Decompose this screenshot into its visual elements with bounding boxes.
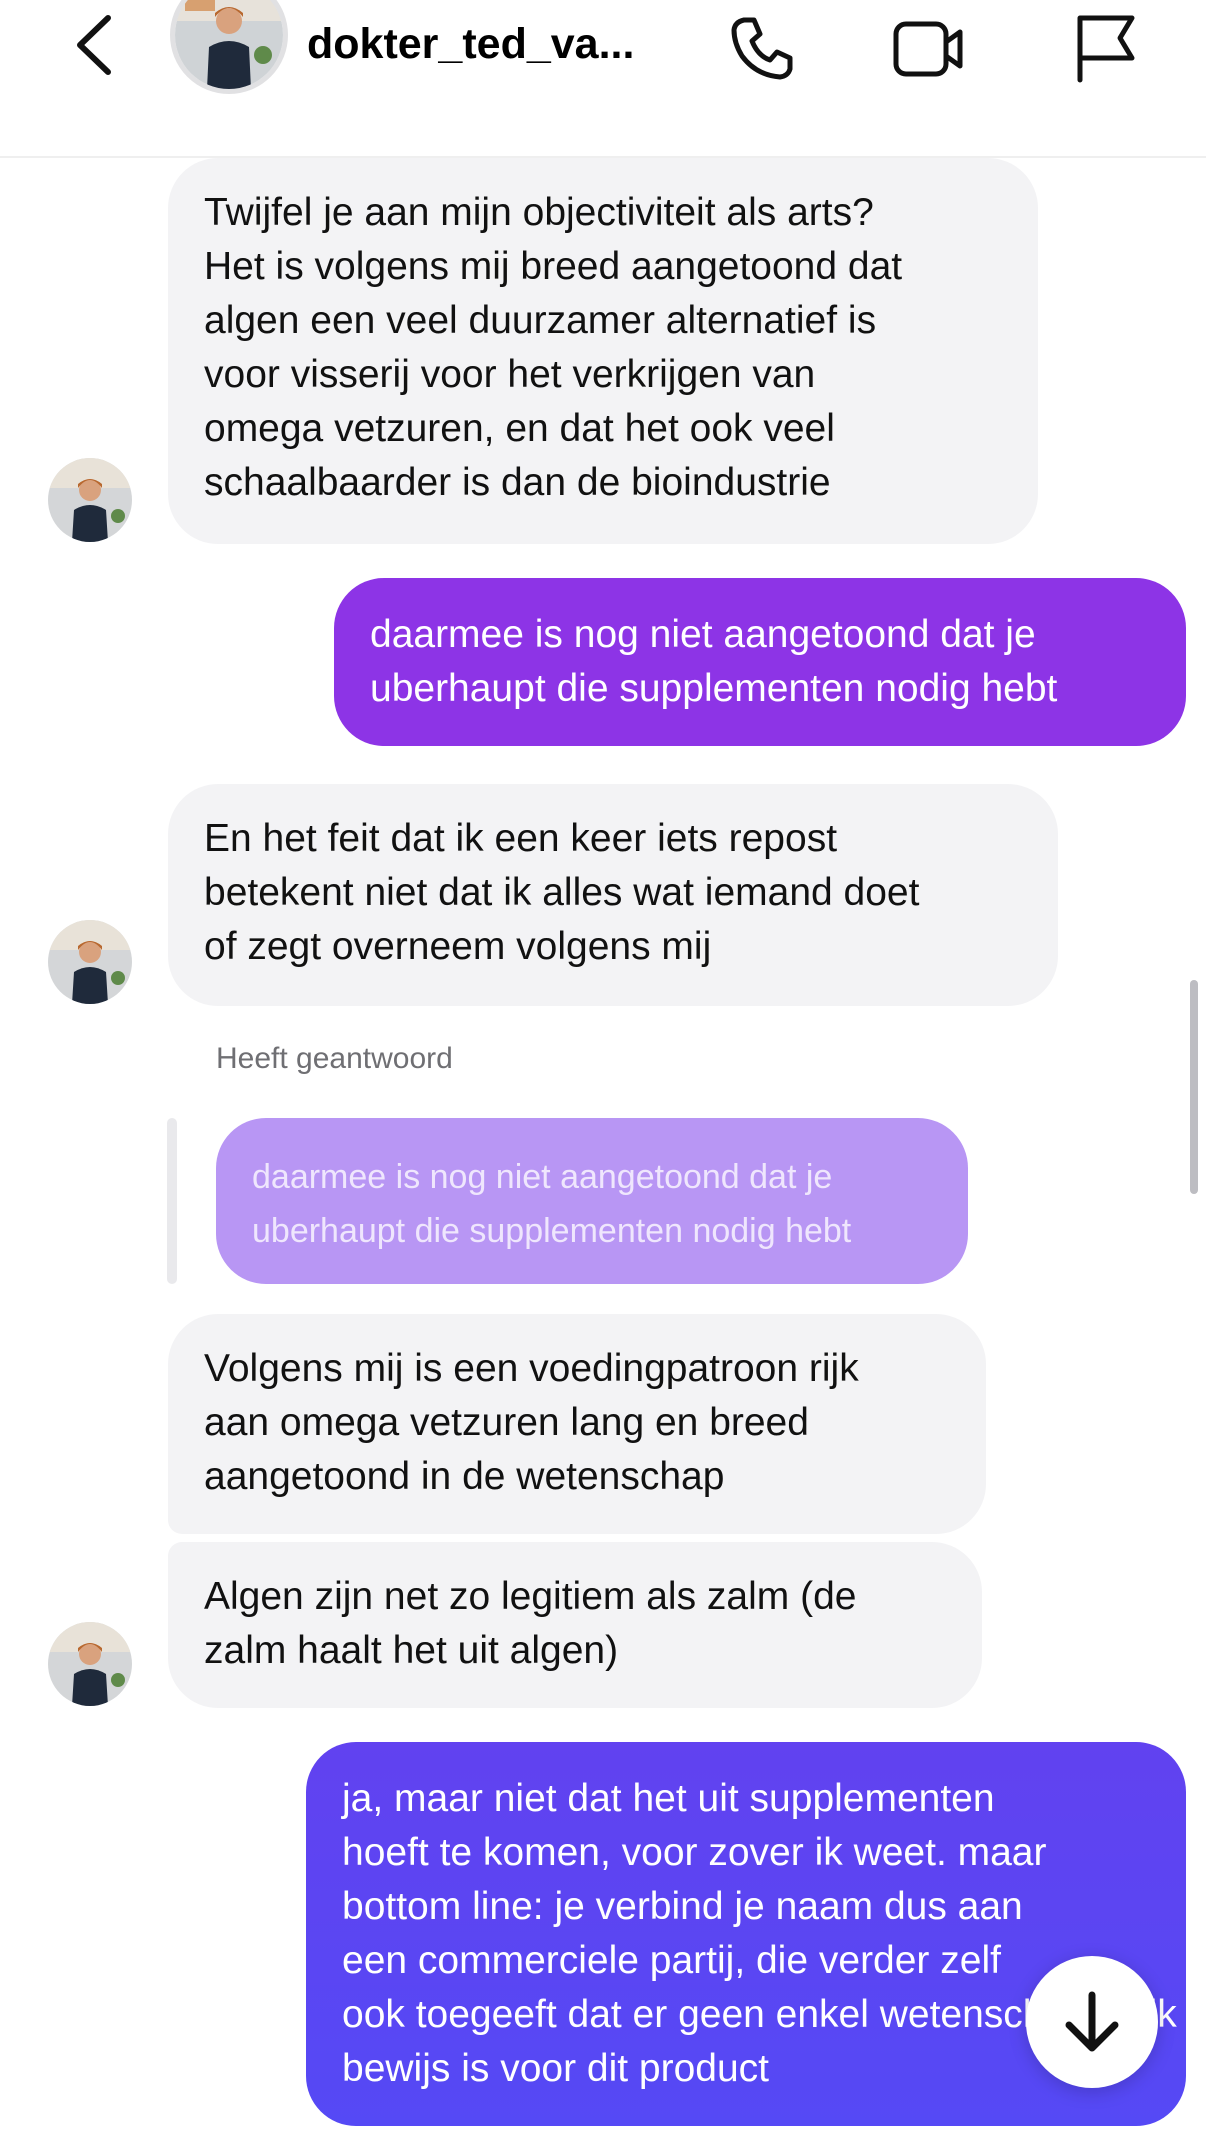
message-text: zalm haalt het uit algen) <box>204 1629 619 1672</box>
chat-header: dokter_ted_va... <box>0 0 1206 158</box>
quoted-text: uberhaupt die supplementen nodig hebt <box>252 1212 852 1250</box>
message-text: Twijfel je aan mijn objectiviteit als ar… <box>204 191 874 234</box>
reply-label: Heeft geantwoord <box>216 1042 453 1075</box>
sender-avatar[interactable] <box>48 920 132 1004</box>
incoming-message[interactable]: Twijfel je aan mijn objectiviteit als ar… <box>168 158 1038 544</box>
message-text: ja, maar niet dat het uit supplementen <box>342 1777 995 1820</box>
chat-username[interactable]: dokter_ted_va... <box>307 14 667 74</box>
message-text: Algen zijn net zo legitiem als zalm (de <box>204 1575 857 1618</box>
sender-avatar[interactable] <box>48 458 132 542</box>
message-text: voor visserij voor het verkrijgen van <box>204 353 816 396</box>
message-text: schaalbaarder is dan de bioindustrie <box>204 461 831 504</box>
message-text: algen een veel duurzamer alternatief is <box>204 299 877 342</box>
message-text: bottom line: je verbind je naam dus aan <box>342 1885 1023 1928</box>
video-camera-icon <box>893 21 963 77</box>
incoming-message[interactable]: En het feit dat ik een keer iets repost … <box>168 784 1058 1006</box>
scrollbar[interactable] <box>1190 980 1198 1194</box>
incoming-message[interactable]: Volgens mij is een voedingpatroon rijk a… <box>168 1314 986 1534</box>
chevron-left-icon <box>77 15 111 75</box>
report-button[interactable] <box>1064 8 1144 88</box>
message-text: hoeft te komen, voor zover ik weet. maar <box>342 1831 1047 1874</box>
profile-avatar[interactable] <box>170 0 288 94</box>
message-text: aangetoond in de wetenschap <box>204 1455 725 1498</box>
message-text: En het feit dat ik een keer iets repost <box>204 817 838 860</box>
message-text: Het is volgens mij breed aangetoond dat <box>204 245 903 288</box>
sender-avatar[interactable] <box>48 1622 132 1706</box>
message-text: daarmee is nog niet aangetoond dat je <box>370 613 1036 656</box>
message-text: een commerciele partij, die verder zelf <box>342 1939 1001 1982</box>
flag-icon <box>1077 15 1135 83</box>
message-text: betekent niet dat ik alles wat iemand do… <box>204 871 920 914</box>
quoted-message[interactable]: daarmee is nog niet aangetoond dat je ub… <box>216 1118 968 1284</box>
back-button[interactable] <box>70 12 120 78</box>
call-button[interactable] <box>722 8 802 88</box>
phone-icon <box>731 17 793 80</box>
arrow-down-icon <box>1065 1991 1119 2052</box>
message-text: aan omega vetzuren lang en breed <box>204 1401 809 1444</box>
message-text: omega vetzuren, en dat het ook veel <box>204 407 835 450</box>
quoted-text: daarmee is nog niet aangetoond dat je <box>252 1158 833 1196</box>
outgoing-message[interactable]: daarmee is nog niet aangetoond dat je ub… <box>334 578 1186 746</box>
incoming-message[interactable]: Algen zijn net zo legitiem als zalm (de … <box>168 1542 982 1708</box>
scroll-to-bottom-button[interactable] <box>1026 1956 1158 2088</box>
reply-indicator-bar <box>167 1118 177 1284</box>
message-text: bewijs is voor dit product <box>342 2047 770 2090</box>
message-text: of zegt overneem volgens mij <box>204 925 712 968</box>
video-call-button[interactable] <box>888 8 968 88</box>
message-text: Volgens mij is een voedingpatroon rijk <box>204 1347 859 1390</box>
message-text: uberhaupt die supplementen nodig hebt <box>370 667 1058 710</box>
